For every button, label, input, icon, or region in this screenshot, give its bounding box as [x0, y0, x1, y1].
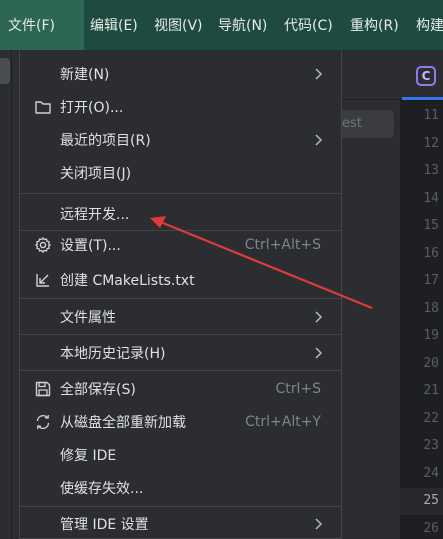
menu-item-save-all-label: 全部保存(S): [60, 382, 136, 398]
menu-item-close-project[interactable]: 关闭项目(J): [20, 156, 341, 190]
chevron-right-icon: [315, 311, 323, 323]
menu-item-reload-label: 从磁盘全部重新加载: [60, 415, 186, 431]
floppy-disk-icon: [35, 381, 51, 397]
chevron-right-icon: [315, 347, 323, 359]
menu-item-new[interactable]: 新建(N): [20, 57, 341, 91]
menu-item-save-all[interactable]: 全部保存(S) Ctrl+S: [20, 372, 341, 406]
menu-separator: [20, 193, 341, 194]
menu-separator: [20, 298, 341, 299]
chevron-right-icon: [315, 134, 323, 146]
menu-edit[interactable]: 编辑(E): [84, 0, 148, 50]
gear-icon: [35, 237, 51, 253]
line-number: 11: [423, 108, 439, 123]
editor-tab-strip: C: [342, 50, 443, 100]
menu-separator: [20, 334, 341, 335]
cpp-file-icon[interactable]: C: [416, 66, 436, 86]
menu-item-manage-ide-settings[interactable]: 管理 IDE 设置: [20, 507, 341, 539]
menu-item-remote-development[interactable]: 远程开发...: [20, 197, 341, 231]
background-field-text: est: [342, 116, 362, 131]
menu-item-cmake-label: 创建 CMakeLists.txt: [60, 273, 195, 289]
line-number: 13: [423, 163, 439, 178]
line-number: 18: [423, 300, 439, 316]
refresh-icon: [36, 414, 50, 430]
line-number: 15: [423, 218, 439, 233]
menu-item-recent-projects[interactable]: 最近的项目(R): [20, 123, 341, 157]
line-number: 25: [423, 493, 439, 508]
menu-item-repair-ide[interactable]: 修复 IDE: [20, 438, 341, 472]
file-menu-dropdown: 新建(N) 打开(O)... 最近的项目(R) 关闭项目(J) 远程开发... …: [19, 50, 342, 539]
menu-file[interactable]: 文件(F): [0, 0, 84, 50]
line-number: 19: [423, 328, 439, 343]
line-number: 23: [423, 438, 439, 453]
menu-item-settings-label: 设置(T)...: [60, 238, 121, 254]
line-number: 21: [423, 383, 439, 398]
menu-item-file-props-label: 文件属性: [60, 310, 116, 326]
menu-code[interactable]: 代码(C): [278, 0, 344, 50]
line-number: 22: [423, 410, 439, 426]
menu-separator: [20, 370, 341, 371]
line-number: 16: [423, 245, 439, 261]
menu-item-remote-label: 远程开发...: [60, 207, 130, 223]
main-menubar: 文件(F) 编辑(E) 视图(V) 导航(N) 代码(C) 重构(R) 构建: [0, 0, 443, 50]
menu-item-open-label: 打开(O)...: [60, 100, 124, 116]
menu-item-close-label: 关闭项目(J): [60, 166, 132, 182]
line-number: 17: [423, 273, 439, 288]
arrow-down-left-icon: [36, 274, 49, 287]
menu-item-file-properties[interactable]: 文件属性: [20, 300, 341, 334]
left-toolwindow-strip: [0, 50, 12, 539]
menu-refactor[interactable]: 重构(R): [344, 0, 410, 50]
line-number: 26: [423, 520, 439, 536]
background-search-field: est: [342, 110, 394, 138]
menu-item-recent-label: 最近的项目(R): [60, 133, 151, 149]
reload-shortcut: Ctrl+Alt+Y: [245, 414, 321, 430]
menu-item-local-history-label: 本地历史记录(H): [60, 346, 166, 362]
menu-view[interactable]: 视图(V): [148, 0, 212, 50]
menu-item-new-label: 新建(N): [60, 67, 110, 83]
menu-item-settings[interactable]: 设置(T)... Ctrl+Alt+S: [20, 228, 341, 262]
folder-icon: [35, 101, 51, 114]
line-number: 20: [423, 355, 439, 371]
menu-item-local-history[interactable]: 本地历史记录(H): [20, 336, 341, 370]
save-all-shortcut: Ctrl+S: [275, 381, 321, 397]
menu-build[interactable]: 构建: [410, 0, 443, 50]
menu-item-create-cmakelists[interactable]: 创建 CMakeLists.txt: [20, 263, 341, 297]
menu-navigate[interactable]: 导航(N): [212, 0, 278, 50]
menu-item-manage-ide-label: 管理 IDE 设置: [60, 517, 149, 533]
menu-item-repair-label: 修复 IDE: [60, 448, 117, 464]
line-number: 24: [423, 465, 439, 481]
line-number: 12: [423, 135, 439, 151]
menu-item-invalidate-label: 使缓存失效...: [60, 481, 144, 497]
line-number: 14: [423, 190, 439, 206]
menu-item-invalidate-caches[interactable]: 使缓存失效...: [20, 471, 341, 505]
menu-item-reload-all[interactable]: 从磁盘全部重新加载 Ctrl+Alt+Y: [20, 405, 341, 439]
chevron-right-icon: [315, 518, 323, 530]
chevron-right-icon: [315, 68, 323, 80]
settings-shortcut: Ctrl+Alt+S: [244, 237, 321, 253]
menu-item-open[interactable]: 打开(O)...: [20, 90, 341, 124]
project-toolwindow-tab[interactable]: [0, 58, 10, 84]
